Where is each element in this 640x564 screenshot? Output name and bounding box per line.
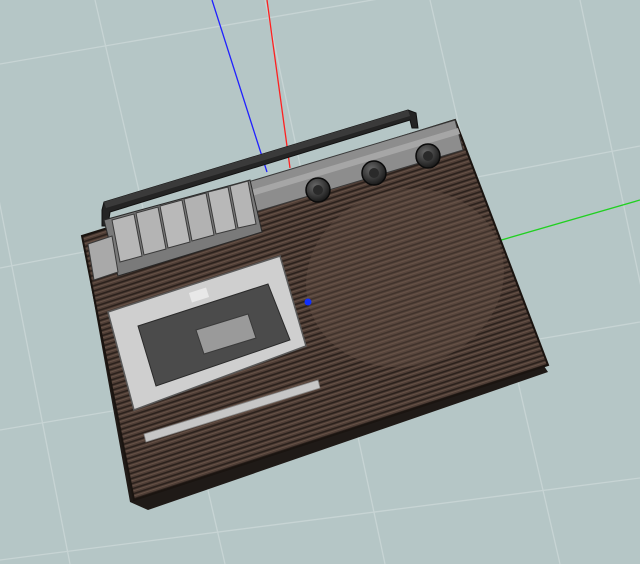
x-axis-line — [266, 0, 291, 169]
knob-1[interactable] — [305, 177, 331, 203]
pivot-point[interactable] — [304, 298, 312, 306]
left-grey-block — [87, 235, 119, 281]
knob-3[interactable] — [415, 143, 441, 169]
z-axis-line — [211, 0, 268, 173]
knob-2[interactable] — [361, 160, 387, 186]
viewport-scene[interactable] — [0, 0, 640, 564]
cassette-recorder-model[interactable] — [80, 109, 550, 510]
y-axis-line — [497, 199, 640, 242]
3d-viewport[interactable] — [0, 0, 640, 564]
